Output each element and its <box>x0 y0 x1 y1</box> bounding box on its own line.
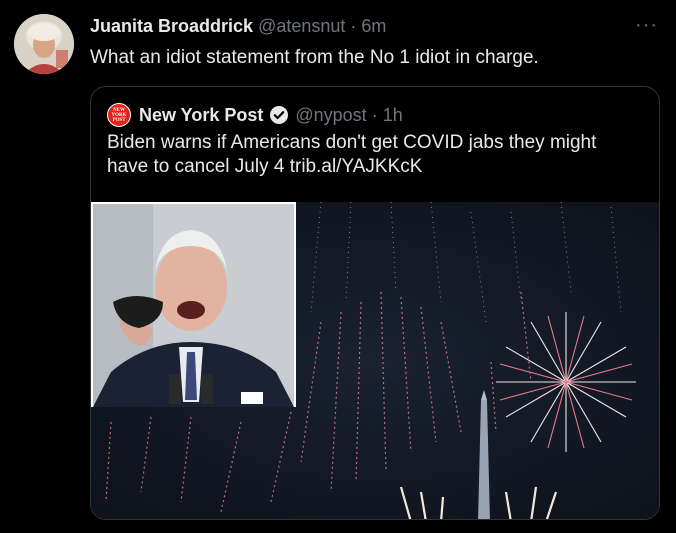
nypost-logo-icon[interactable]: NEW YORK POST <box>107 103 131 127</box>
tweet-time[interactable]: 6m <box>361 16 386 36</box>
verified-badge-icon <box>270 106 289 124</box>
quoted-text: Biden warns if Americans don't get COVID… <box>107 132 597 177</box>
quoted-author-name[interactable]: New York Post <box>139 105 263 126</box>
quoted-header: NEW YORK POST New York Post @nypost · 1h <box>107 103 403 127</box>
author-name[interactable]: Juanita Broaddrick <box>90 16 253 36</box>
more-options-icon[interactable]: ··· <box>635 14 658 37</box>
author-handle[interactable]: @atensnut <box>258 16 345 36</box>
quoted-time[interactable]: 1h <box>383 105 403 126</box>
separator-dot: · <box>350 16 357 36</box>
tweet-text: What an idiot statement from the No 1 id… <box>90 47 539 68</box>
tweet-header: Juanita Broaddrick @atensnut · 6m <box>90 16 386 37</box>
quoted-tweet[interactable]: NEW YORK POST New York Post @nypost · 1h… <box>90 86 660 520</box>
logo-line: POST <box>112 117 126 123</box>
inset-photo <box>91 202 296 407</box>
quoted-media-image[interactable] <box>91 202 660 520</box>
avatar-image <box>14 14 74 74</box>
separator-dot: · <box>371 104 378 125</box>
author-avatar[interactable] <box>14 14 74 74</box>
quoted-handle[interactable]: @nypost <box>295 105 366 126</box>
tweet[interactable]: Juanita Broaddrick @atensnut · 6m ··· Wh… <box>0 0 676 533</box>
